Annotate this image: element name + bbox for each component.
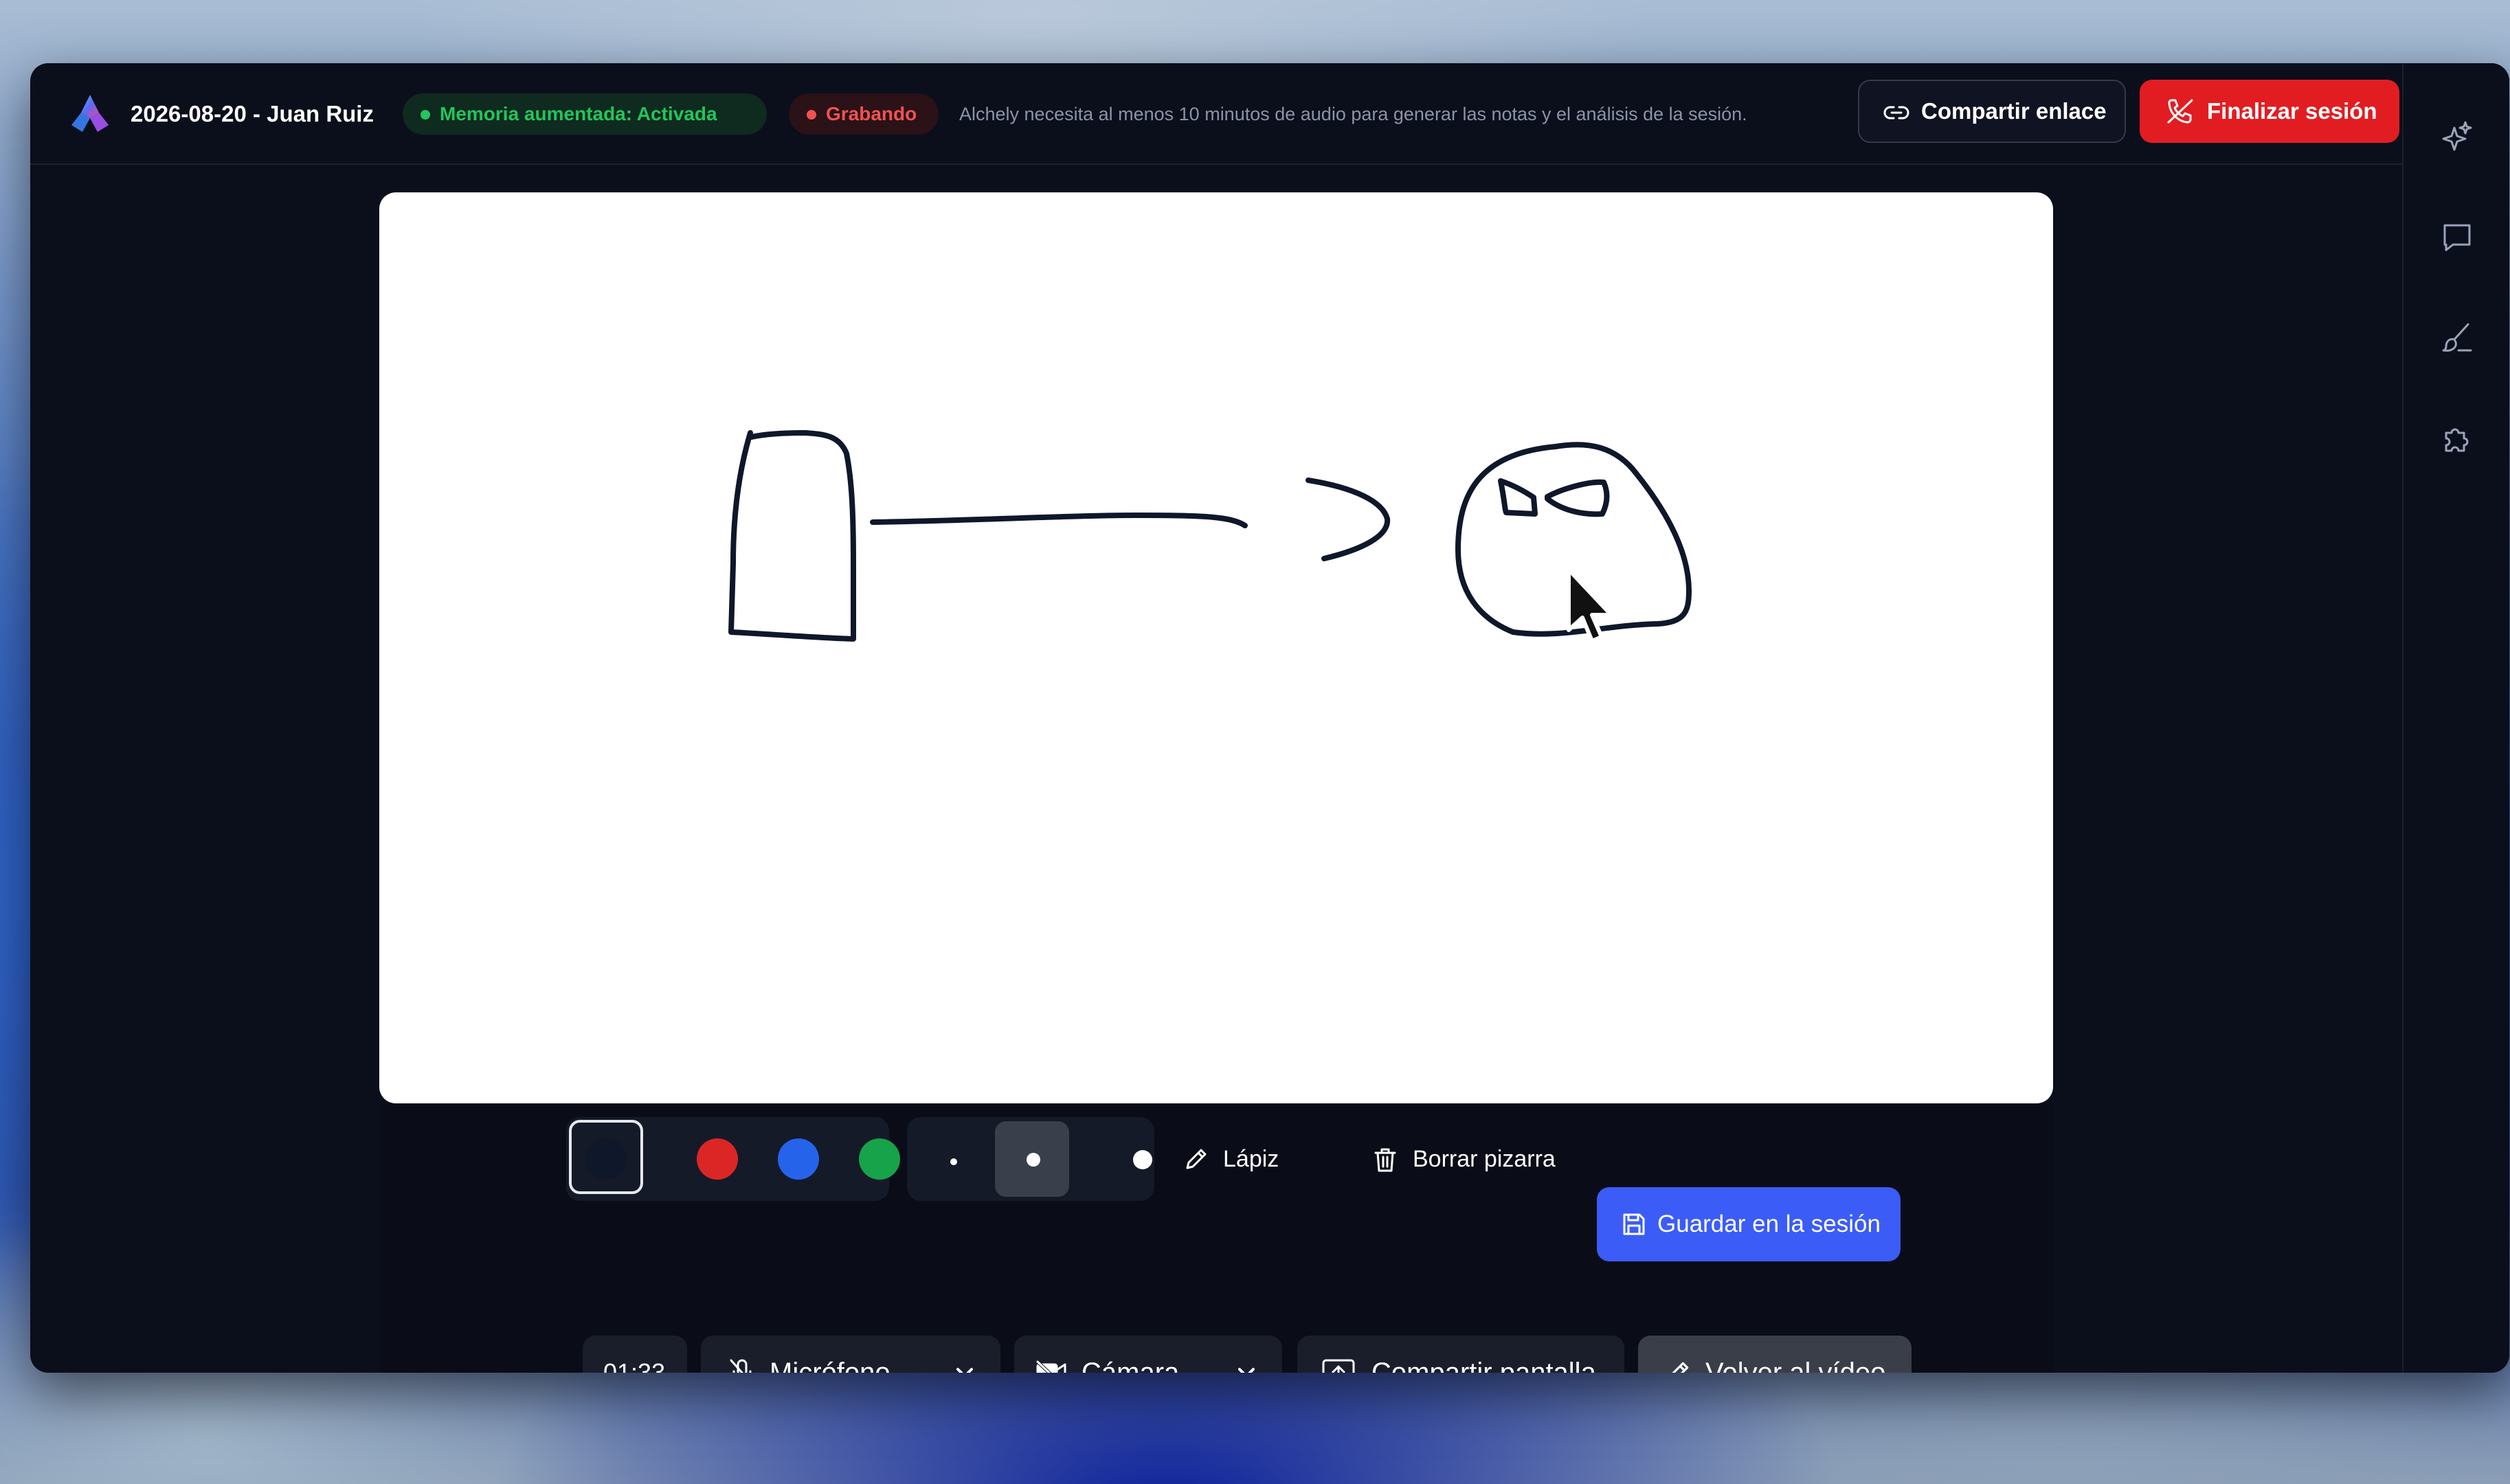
session-header: 2026-08-20 - Juan Ruiz Memoria aumentada… [30,63,2402,165]
phone-off-icon [2167,99,2193,124]
memory-status-label: Memoria aumentada: Activada [440,103,717,124]
whiteboard-canvas[interactable] [379,192,2053,1103]
status-dot [421,110,430,120]
camera-button[interactable]: Cámara [1014,1336,1282,1373]
stroke-size-small[interactable] [950,1158,957,1165]
trash-icon [1374,1148,1396,1172]
recording-label: Grabando [826,103,917,124]
color-swatch-blue[interactable] [778,1138,819,1180]
audio-requirement-info: Alchely necesita al menos 10 minutos de … [959,104,1747,124]
stroke-size-medium[interactable] [1027,1153,1040,1167]
session-timer: 01:33 [583,1336,687,1373]
drawn-eye-left [1498,478,1538,517]
pencil-icon [1186,1149,1207,1169]
memory-status-badge: Memoria aumentada: Activada [403,93,767,135]
save-icon [1623,1213,1645,1235]
right-sidebar [2402,63,2509,1373]
timer-value: 01:33 [603,1358,666,1373]
drawn-arrow [870,513,1248,528]
save-to-session-button[interactable]: Guardar en la sesión [1597,1187,1901,1261]
chevron-down-icon[interactable] [954,1363,976,1373]
camera-label: Cámara [1082,1358,1180,1373]
microphone-label: Micrófono [770,1358,890,1373]
share-screen-label: Compartir pantalla [1371,1358,1596,1373]
drawn-arrow-head [1306,477,1391,561]
back-to-video-button[interactable]: Volver al vídeo [1638,1336,1912,1373]
link-icon [1883,106,1909,120]
brush-icon[interactable] [2438,319,2476,357]
share-screen-button[interactable]: Compartir pantalla [1297,1336,1624,1373]
share-link-label: Compartir enlace [1921,98,2107,124]
microphone-off-icon [730,1359,752,1373]
microphone-button[interactable]: Micrófono [701,1336,1000,1373]
camera-off-icon [1035,1360,1066,1373]
whiteboard-drawing [728,430,1692,642]
end-session-button[interactable]: Finalizar sesión [2140,80,2399,143]
pencil-label: Lápiz [1223,1146,1279,1172]
share-link-button[interactable]: Compartir enlace [1858,80,2126,143]
chevron-down-icon[interactable] [1235,1363,1257,1373]
drawn-eye-right [1545,479,1610,517]
end-session-label: Finalizar sesión [2207,98,2377,124]
recording-badge: Grabando [789,93,939,135]
mouse-cursor-icon [1567,567,1613,643]
puzzle-icon[interactable] [2438,419,2476,458]
chat-icon[interactable] [2438,218,2476,257]
pencil-tool-button[interactable]: Lápiz [1182,1129,1333,1189]
pencil-icon [1672,1362,1689,1373]
clear-board-button[interactable]: Borrar pizarra [1371,1129,1578,1189]
stroke-size-large[interactable] [1133,1150,1152,1169]
color-swatch-navy[interactable] [585,1138,627,1180]
app-logo-icon [71,95,109,132]
sparkles-icon[interactable] [2438,118,2476,157]
back-to-video-label: Volver al vídeo [1705,1358,1886,1373]
color-swatch-green[interactable] [859,1138,900,1180]
clear-board-label: Borrar pizarra [1413,1146,1556,1172]
recording-dot [807,110,816,120]
color-swatch-red[interactable] [697,1138,738,1180]
screen-share-icon [1322,1359,1355,1373]
app-window: 2026-08-20 - Juan Ruiz Memoria aumentada… [30,63,2509,1373]
drawn-square [728,430,856,642]
save-to-session-label: Guardar en la sesión [1657,1211,1881,1237]
session-title: 2026-08-20 - Juan Ruiz [131,101,374,126]
